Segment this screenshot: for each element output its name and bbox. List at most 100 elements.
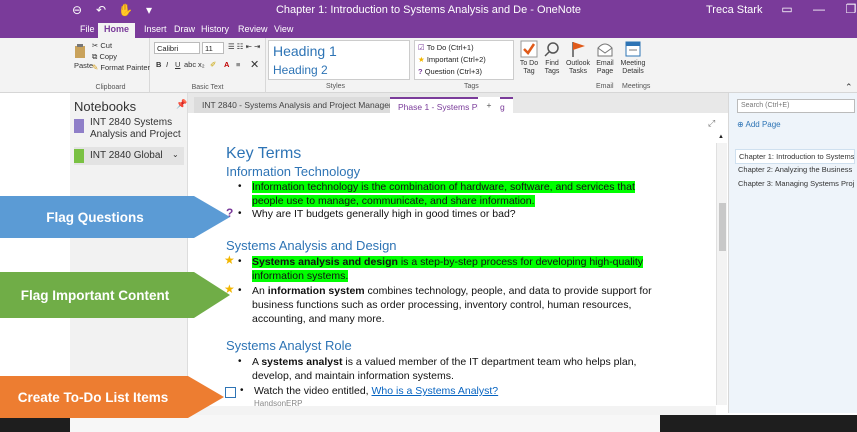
tab-view[interactable]: View xyxy=(268,23,299,38)
list-buttons[interactable]: ☰ ☷ ⇤ ⇥ xyxy=(228,42,260,51)
subscript-button[interactable]: x₂ xyxy=(198,60,205,69)
page-item[interactable]: Chapter 3: Managing Systems Proj xyxy=(735,177,855,190)
callout-create-todo-text: Create To-Do List Items xyxy=(17,389,169,405)
todo-tag-button-label: To Do Tag xyxy=(519,60,539,75)
notebooks-header: Notebooks xyxy=(74,99,137,114)
font-select[interactable]: Calibri xyxy=(154,42,200,54)
it-question-line[interactable]: Why are IT budgets generally high in goo… xyxy=(252,207,516,221)
copy-button[interactable]: ⧉ Copy xyxy=(92,52,117,62)
tab-file[interactable]: File xyxy=(74,23,101,38)
bold-button[interactable]: B xyxy=(156,60,161,69)
video-line[interactable]: Watch the video entitled, Who is a Syste… xyxy=(254,384,498,398)
find-tags-label: Find Tags xyxy=(544,60,560,75)
outlook-tasks-button[interactable]: Outlook Tasks xyxy=(564,40,592,76)
page-item[interactable]: Chapter 2: Analyzing the Business xyxy=(735,163,855,176)
sad-definition-line2[interactable]: information systems. xyxy=(252,269,349,283)
it-definition-line2[interactable]: people use to manage, communicate, and s… xyxy=(252,194,535,208)
important-tag-label: Important (Ctrl+2) xyxy=(426,55,486,64)
back-icon[interactable]: ⊖ xyxy=(70,3,84,17)
scroll-thumb[interactable] xyxy=(719,203,726,251)
question-tag-item[interactable]: ? Question (Ctrl+3) xyxy=(418,67,482,76)
touch-mode-icon[interactable]: ✋ xyxy=(118,3,133,17)
ribbon: Paste ✂ Cut ⧉ Copy ✎ Format Painter Clip… xyxy=(0,38,857,93)
tags-label: Tags xyxy=(464,83,479,90)
tab-history[interactable]: History xyxy=(195,23,235,38)
copy-icon: ⧉ xyxy=(92,52,98,61)
important-tag-item[interactable]: ★ Important (Ctrl+2) xyxy=(418,55,486,64)
email-page-button[interactable]: Email Page xyxy=(594,40,616,76)
paste-icon xyxy=(75,44,85,58)
font-color-icon[interactable]: A xyxy=(224,60,229,69)
heading-role: Systems Analyst Role xyxy=(226,338,352,353)
add-section-button[interactable]: + xyxy=(478,97,500,113)
it-definition-line1[interactable]: Information technology is the combinatio… xyxy=(252,180,635,194)
user-name[interactable]: Treca Stark xyxy=(706,4,762,16)
add-page-button[interactable]: ⊕ Add Page xyxy=(737,120,781,129)
todo-checkbox[interactable] xyxy=(225,387,236,398)
font-size-select[interactable]: 11 xyxy=(202,42,224,54)
align-icon[interactable]: ≡ xyxy=(236,60,240,69)
notebook-item[interactable]: INT 2840 Global ⌄ xyxy=(74,147,184,165)
email-group-label: Email xyxy=(596,83,614,90)
is-definition-line2[interactable]: business functions such as order process… xyxy=(252,298,631,312)
notebook-pane: Notebooks 📌 INT 2840 Systems Analysis and… xyxy=(70,93,188,413)
page-title: Key Terms xyxy=(226,145,302,162)
scroll-up-icon[interactable]: ▲ xyxy=(718,134,724,140)
ribbon-display-icon[interactable]: ▭ xyxy=(780,2,794,16)
meeting-icon xyxy=(625,41,641,57)
meetings-label: Meetings xyxy=(622,83,651,90)
todo-tag-item[interactable]: ☑ To Do (Ctrl+1) xyxy=(418,43,474,52)
email-page-label: Email Page xyxy=(596,60,614,75)
important-star-icon[interactable]: ★ xyxy=(224,253,235,267)
format-painter-button[interactable]: ✎ Format Painter xyxy=(92,63,150,72)
tab-home[interactable]: Home xyxy=(98,23,136,38)
notebook-icon xyxy=(74,119,84,133)
pin-icon[interactable]: 📌 xyxy=(176,99,187,110)
find-tags-button[interactable]: Find Tags xyxy=(542,40,562,76)
video-link[interactable]: Who is a Systems Analyst? xyxy=(372,385,499,397)
heading-info-tech: Information Technology xyxy=(226,164,361,179)
minimize-icon[interactable]: — xyxy=(812,2,826,16)
undo-icon[interactable]: ↶ xyxy=(94,3,108,17)
callout-flag-questions: Flag Questions xyxy=(0,196,230,238)
outlook-tasks-label: Outlook Tasks xyxy=(565,60,591,75)
styles-label: Styles xyxy=(326,83,346,90)
collapse-ribbon-icon[interactable]: ⌃ xyxy=(845,82,853,93)
checkbox-icon: ☑ xyxy=(418,43,425,52)
underline-button[interactable]: U xyxy=(175,60,180,69)
page-item[interactable]: Chapter 1: Introduction to Systems xyxy=(735,149,855,164)
chevron-down-icon[interactable]: ⌄ xyxy=(172,150,179,159)
source-label: HandsonERP xyxy=(254,399,303,408)
check-icon xyxy=(520,40,538,58)
cut-label: Cut xyxy=(100,41,113,50)
heading1-style[interactable]: Heading 1 xyxy=(273,43,337,59)
section-tab-systems-analysis[interactable]: INT 2840 - Systems Analysis and Project … xyxy=(194,97,416,113)
is-definition-line1[interactable]: An information system combines technolog… xyxy=(252,284,652,298)
vertical-scrollbar[interactable]: ▲ xyxy=(716,134,727,405)
search-input[interactable]: Search (Ctrl+E) xyxy=(737,99,855,113)
expand-icon[interactable]: ⤢ xyxy=(708,118,715,129)
highlight-icon[interactable]: ✐ xyxy=(210,60,216,69)
notebook-item[interactable]: INT 2840 SystemsAnalysis and Project ... xyxy=(74,117,184,152)
heading2-style[interactable]: Heading 2 xyxy=(273,63,328,77)
restore-icon[interactable]: ❐ xyxy=(844,2,857,16)
sa-definition-line1[interactable]: A systems analyst is a valued member of … xyxy=(252,355,636,369)
page-list-pane: Search (Ctrl+E) ⊕ Add Page Chapter 1: In… xyxy=(728,93,857,413)
strikethrough-button[interactable]: abc xyxy=(184,60,196,69)
meeting-details-button[interactable]: Meeting Details xyxy=(620,40,646,76)
cut-icon: ✂ xyxy=(92,41,99,50)
notebook-name: INT 2840 Global xyxy=(90,150,163,161)
bullet: • xyxy=(240,385,244,396)
sad-definition-line1[interactable]: Systems analysis and design is a step-by… xyxy=(252,255,644,269)
clear-format-icon[interactable]: ✕ xyxy=(250,58,259,71)
sa-definition-line2[interactable]: develop, and maintain information system… xyxy=(252,369,454,383)
ribbon-tabs: File Home Insert Draw History Review Vie… xyxy=(0,22,857,38)
customize-icon[interactable]: ▾ xyxy=(142,3,156,17)
cut-button[interactable]: ✂ Cut xyxy=(92,41,112,50)
notebook-icon xyxy=(74,149,84,163)
todo-tag-button[interactable]: To Do Tag xyxy=(518,40,540,76)
italic-button[interactable]: I xyxy=(166,60,168,69)
format-painter-icon: ✎ xyxy=(92,63,99,72)
find-tags-icon xyxy=(544,42,559,57)
is-definition-line3[interactable]: accounting, and many more. xyxy=(252,312,385,326)
